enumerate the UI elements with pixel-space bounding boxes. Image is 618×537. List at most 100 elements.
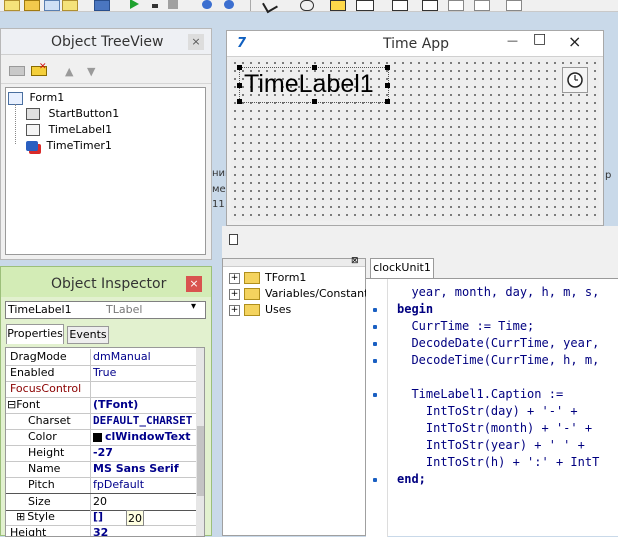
chevron-down-icon: ▾ xyxy=(191,301,197,312)
explorer-item-uses[interactable]: + Uses xyxy=(229,302,291,318)
breakpoint-marker[interactable] xyxy=(373,478,377,482)
maximize-button[interactable]: □ xyxy=(533,31,546,47)
property-row[interactable]: Pitch fpDefault xyxy=(6,477,196,494)
tree-item-label: TimeTimer1 xyxy=(46,139,112,152)
code-line: IntToStr(h) + ':' + IntT xyxy=(397,455,600,469)
selection-tool-icon[interactable] xyxy=(262,0,278,14)
form-close-button[interactable]: × xyxy=(568,32,581,51)
new-unit-icon[interactable] xyxy=(4,0,20,11)
timer-component[interactable] xyxy=(562,67,588,93)
pause-icon[interactable] xyxy=(168,0,178,9)
component-selector-name: TimeLabel1 xyxy=(8,303,72,316)
tab-events[interactable]: Events xyxy=(67,326,109,344)
tree-item-startbutton1[interactable]: StartButton1 xyxy=(26,106,119,122)
collapse-icon[interactable]: ⊟ xyxy=(7,398,16,411)
breakpoint-marker[interactable] xyxy=(373,342,377,346)
code-area[interactable]: year, month, day, h, m, s, begin CurrTim… xyxy=(366,278,618,537)
label-component-icon xyxy=(26,124,40,136)
explorer-item-variables-constants[interactable]: + Variables/Constants xyxy=(229,286,374,302)
property-row[interactable]: Height -27 xyxy=(6,445,196,462)
folder-icon xyxy=(243,288,260,300)
component-icon-5[interactable] xyxy=(422,0,438,11)
resize-handle[interactable] xyxy=(385,99,390,104)
resize-handle[interactable] xyxy=(237,83,242,88)
explorer-close-icon[interactable]: ⊠ xyxy=(351,256,359,266)
expand-icon[interactable]: + xyxy=(229,288,240,300)
code-line: DecodeTime(CurrTime, h, m, xyxy=(397,353,600,367)
background-text-3: 11 xyxy=(212,199,225,210)
code-line: end; xyxy=(397,472,426,486)
property-row[interactable]: Height 32 xyxy=(6,525,196,536)
property-row[interactable]: Enabled True xyxy=(6,365,196,382)
code-line: year, month, day, h, m, s, xyxy=(397,285,600,299)
time-label-caption: TimeLabel1 xyxy=(244,70,374,98)
explorer-item-tform1[interactable]: + TForm1 xyxy=(229,270,306,286)
move-down-icon[interactable]: ▼ xyxy=(87,65,95,78)
expand-icon[interactable]: ⊞ xyxy=(16,510,25,523)
breakpoint-marker[interactable] xyxy=(373,308,377,312)
code-line: IntToStr(month) + '-' + xyxy=(397,421,593,435)
resize-handle[interactable] xyxy=(312,99,317,104)
move-up-icon[interactable]: ▲ xyxy=(65,65,73,78)
inspector-close-button[interactable]: × xyxy=(186,276,202,292)
property-row[interactable]: ⊟Font (TFont) xyxy=(6,397,196,414)
run-icon[interactable] xyxy=(130,0,139,9)
inspector-title-bar: Object Inspector × xyxy=(1,267,211,297)
code-line: begin xyxy=(397,302,434,316)
expand-icon[interactable]: + xyxy=(229,272,240,284)
timer-component-icon xyxy=(26,141,38,151)
form-design-surface[interactable]: TimeLabel1 xyxy=(231,59,599,221)
component-icon-3[interactable] xyxy=(356,0,374,11)
step-over-icon[interactable] xyxy=(224,0,234,9)
property-row[interactable]: DragMode dmManual xyxy=(6,349,196,366)
treeview-title: Object TreeView xyxy=(51,34,164,50)
tree-item-timelabel1[interactable]: TimeLabel1 xyxy=(26,122,112,138)
folder-icon xyxy=(243,272,260,284)
tree-item-timetimer1[interactable]: TimeTimer1 xyxy=(26,138,112,154)
treeview-title-bar: Object TreeView × xyxy=(1,29,211,55)
save-icon[interactable] xyxy=(44,0,60,11)
tab-properties[interactable]: Properties xyxy=(6,324,64,344)
breakpoint-marker[interactable] xyxy=(373,325,377,329)
property-row[interactable]: ⊞ Style [] xyxy=(6,509,196,526)
open-icon[interactable] xyxy=(24,0,40,11)
time-label[interactable]: TimeLabel1 xyxy=(237,65,390,104)
code-line: CurrTime := Time; xyxy=(397,319,535,333)
component-icon-1[interactable] xyxy=(300,0,314,11)
resize-handle[interactable] xyxy=(385,65,390,70)
property-row[interactable]: FocusControl xyxy=(6,381,196,398)
editor-header-strip xyxy=(222,226,618,258)
view-form-icon[interactable] xyxy=(94,0,110,11)
resize-handle[interactable] xyxy=(385,83,390,88)
resize-handle[interactable] xyxy=(237,99,242,104)
resize-handle[interactable] xyxy=(312,65,317,70)
scroll-thumb[interactable] xyxy=(197,426,204,496)
form-title-bar: 7 Time App — □ × xyxy=(227,31,603,57)
component-icon-8[interactable] xyxy=(506,0,522,11)
run-dropdown-icon[interactable] xyxy=(152,4,158,8)
treeview-close-button[interactable]: × xyxy=(188,34,204,50)
editor-tab-clockunit1[interactable]: clockUnit1 xyxy=(370,258,434,278)
save-all-icon[interactable] xyxy=(62,0,78,11)
object-treeview-panel: Object TreeView × ✕ ▲ ▼ Form1 StartButto… xyxy=(0,28,212,260)
breakpoint-marker[interactable] xyxy=(373,359,377,363)
property-row[interactable]: Charset DEFAULT_CHARSET xyxy=(6,413,196,430)
component-icon-4[interactable] xyxy=(392,0,408,11)
inspector-title: Object Inspector xyxy=(51,276,167,292)
step-into-icon[interactable] xyxy=(202,0,212,9)
component-tree: Form1 StartButton1 TimeLabel1 TimeTimer1 xyxy=(5,87,206,255)
code-line: IntToStr(day) + '-' + xyxy=(397,404,578,418)
minimize-button[interactable]: — xyxy=(507,34,518,47)
component-icon-6[interactable] xyxy=(448,0,464,11)
component-icon-7[interactable] xyxy=(474,0,490,11)
resize-handle[interactable] xyxy=(237,65,242,70)
component-selector[interactable]: TimeLabel1 TLabel ▾ xyxy=(5,301,206,319)
expand-icon[interactable]: + xyxy=(229,304,240,316)
tree-item-form1[interactable]: Form1 xyxy=(8,90,64,106)
property-row[interactable]: Name MS Sans Serif xyxy=(6,461,196,478)
breakpoint-marker[interactable] xyxy=(373,393,377,397)
component-icon-2[interactable] xyxy=(330,0,346,11)
property-scrollbar[interactable] xyxy=(196,348,204,536)
property-row[interactable]: Color clWindowText xyxy=(6,429,196,446)
add-item-icon[interactable] xyxy=(9,66,25,76)
